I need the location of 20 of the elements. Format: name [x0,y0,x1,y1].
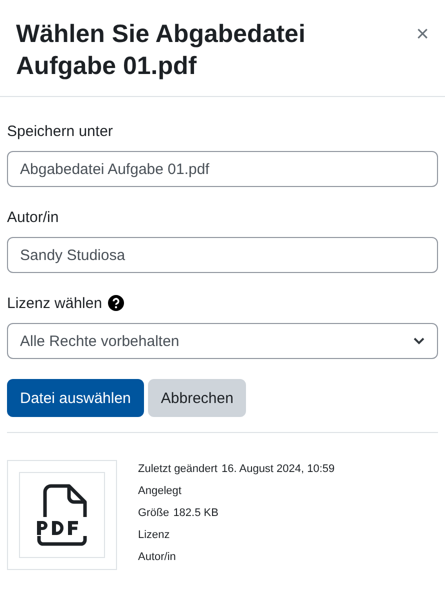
text-field[interactable]: Sandy Studiosa [7,237,438,273]
close-button[interactable]: × [416,22,429,46]
detail-value: 16. August 2024, 10:59 [222,463,335,475]
detail-label: Zuletzt geändert [138,463,218,475]
pdf-file-icon [35,484,89,546]
text-field[interactable]: Abgabedatei Aufgabe 01.pdf [7,151,438,187]
field-label: Autor/in [7,208,59,226]
detail-label: Angelegt [138,485,182,497]
detail-value: 182.5 KB [173,507,218,519]
cancel-button[interactable]: Abbrechen [148,379,246,417]
chevron-down-icon [413,337,425,345]
detail-label: Autor/in [138,551,176,563]
detail-label: Größe [138,507,170,519]
detail-label: Lizenz [138,529,170,541]
field-label: Lizenz wählen [7,294,102,312]
dialog-title: Wählen Sie Abgabedatei Aufgabe 01.pdf [16,19,306,82]
select-file-button[interactable]: Datei auswählen [7,379,144,417]
help-icon[interactable] [108,295,124,311]
license-select[interactable]: Alle Rechte vorbehalten [7,323,438,359]
field-label: Speichern unter [7,122,113,140]
